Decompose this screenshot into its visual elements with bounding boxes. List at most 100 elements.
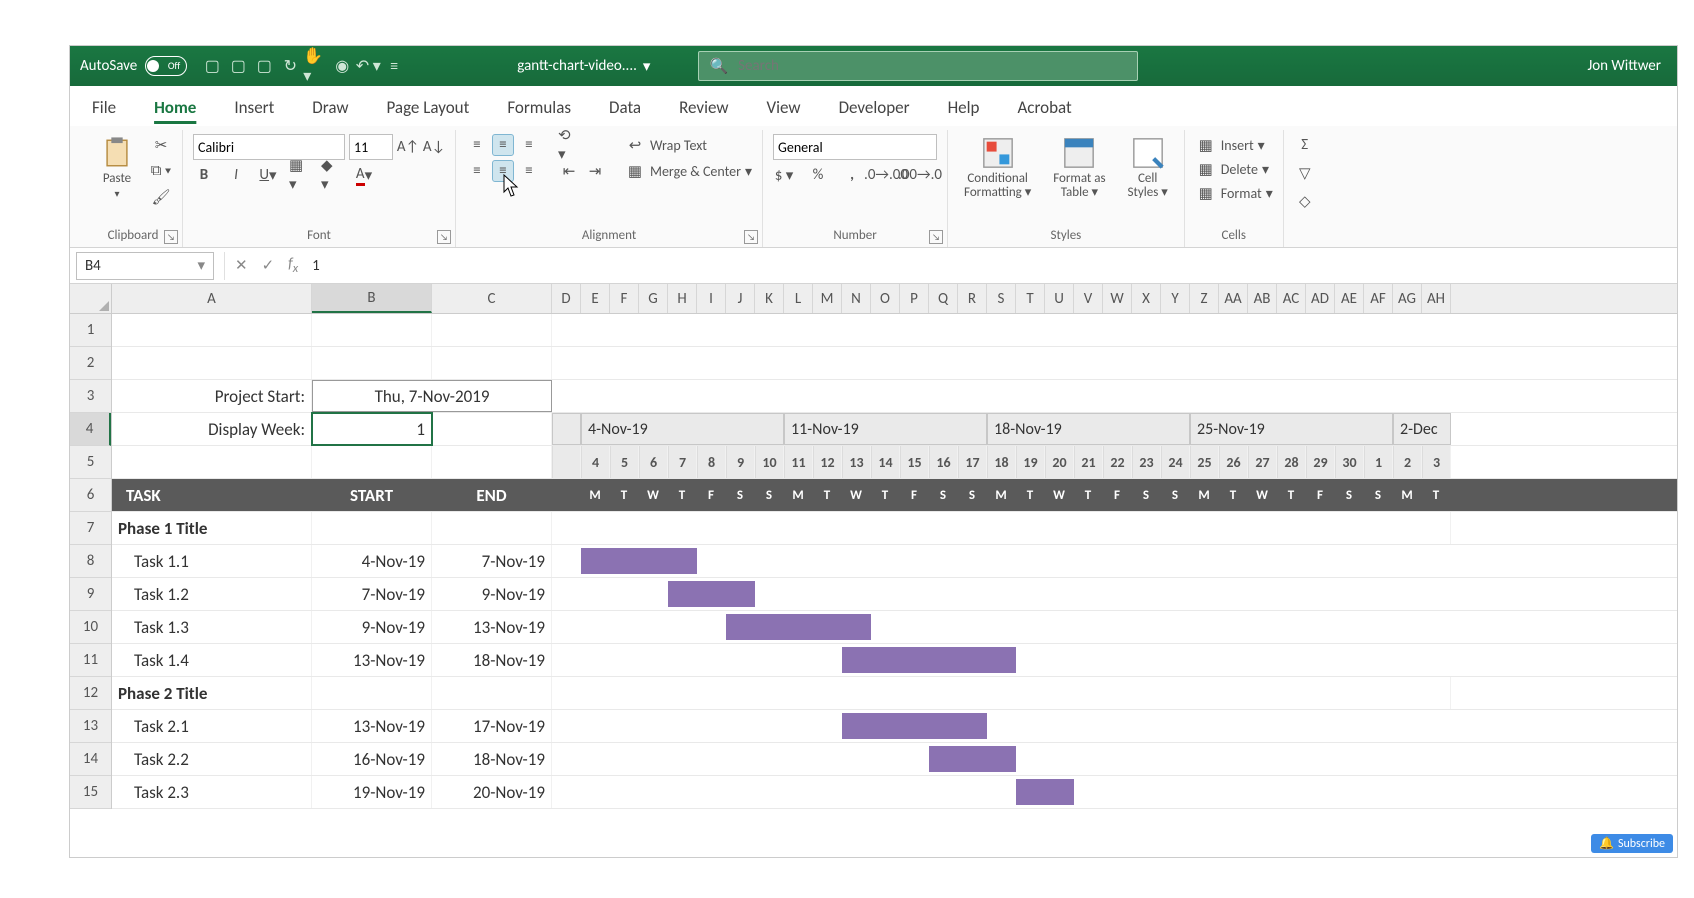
- cell[interactable]: T: [813, 479, 842, 511]
- column-header[interactable]: Z: [1190, 284, 1219, 313]
- cell[interactable]: [432, 314, 552, 346]
- column-header[interactable]: F: [610, 284, 639, 313]
- cell[interactable]: S: [1132, 479, 1161, 511]
- cell[interactable]: 19: [1016, 446, 1045, 478]
- increase-indent-icon[interactable]: ⇥: [584, 160, 606, 182]
- cell[interactable]: 7-Nov-19: [432, 545, 552, 577]
- column-header[interactable]: AD: [1306, 284, 1335, 313]
- cell[interactable]: Thu, 7-Nov-2019: [312, 380, 552, 412]
- tab-formulas[interactable]: Formulas: [507, 91, 571, 126]
- align-top-icon[interactable]: ≡: [466, 134, 488, 156]
- cell[interactable]: [432, 677, 552, 709]
- cell[interactable]: TASK: [112, 479, 312, 511]
- gantt-bar[interactable]: [726, 614, 871, 640]
- tab-page-layout[interactable]: Page Layout: [387, 91, 470, 126]
- gantt-bar[interactable]: [842, 647, 1016, 673]
- column-header[interactable]: H: [668, 284, 697, 313]
- cell[interactable]: 20-Nov-19: [432, 776, 552, 808]
- cell[interactable]: 5: [610, 446, 639, 478]
- number-format-combo[interactable]: [773, 134, 937, 160]
- column-header[interactable]: AA: [1219, 284, 1248, 313]
- cell[interactable]: 17: [958, 446, 987, 478]
- cell[interactable]: [312, 677, 432, 709]
- cell[interactable]: [552, 446, 581, 478]
- row-header[interactable]: 8: [70, 545, 111, 578]
- cell-styles-button[interactable]: CellStyles ▾: [1122, 134, 1174, 203]
- qat-touch-icon[interactable]: ✋ ▾: [303, 53, 329, 79]
- document-title[interactable]: gantt-chart-video....▾: [517, 57, 650, 76]
- formula-value[interactable]: 1: [312, 257, 320, 275]
- accounting-icon[interactable]: $ ▾: [773, 164, 795, 186]
- cell[interactable]: S: [726, 479, 755, 511]
- cell[interactable]: 9: [726, 446, 755, 478]
- row-header[interactable]: 14: [70, 743, 111, 776]
- user-name[interactable]: Jon Wittwer: [1587, 57, 1661, 75]
- cell[interactable]: S: [958, 479, 987, 511]
- qat-icon[interactable]: ▢: [251, 53, 277, 79]
- copy-icon[interactable]: ⧉ ▾: [150, 160, 172, 182]
- cell[interactable]: Task 1.3: [112, 611, 312, 643]
- cell[interactable]: [112, 446, 312, 478]
- cell[interactable]: 13-Nov-19: [312, 710, 432, 742]
- cell[interactable]: 2: [1393, 446, 1422, 478]
- cell[interactable]: 9-Nov-19: [432, 578, 552, 610]
- wrap-text-button[interactable]: ↩Wrap Text: [624, 134, 752, 156]
- row-header[interactable]: 2: [70, 347, 111, 380]
- cell[interactable]: W: [1248, 479, 1277, 511]
- bold-button[interactable]: B: [193, 164, 215, 186]
- cell[interactable]: 18: [987, 446, 1016, 478]
- cell[interactable]: M: [987, 479, 1016, 511]
- qat-icon[interactable]: ▢: [225, 53, 251, 79]
- cell[interactable]: 29: [1306, 446, 1335, 478]
- cell[interactable]: S: [755, 479, 784, 511]
- column-header[interactable]: B: [312, 284, 432, 313]
- column-header[interactable]: AG: [1393, 284, 1422, 313]
- cell[interactable]: 16-Nov-19: [312, 743, 432, 775]
- format-cells-button[interactable]: ▦Format ▾: [1195, 182, 1273, 204]
- qat-customize-icon[interactable]: ≡: [381, 53, 407, 79]
- cell[interactable]: [312, 347, 432, 379]
- decrease-font-icon[interactable]: A↓: [423, 136, 445, 158]
- column-header[interactable]: AB: [1248, 284, 1277, 313]
- cell[interactable]: 9-Nov-19: [312, 611, 432, 643]
- cell[interactable]: W: [1045, 479, 1074, 511]
- paste-button[interactable]: Paste▾: [94, 134, 140, 201]
- column-header[interactable]: L: [784, 284, 813, 313]
- row-header[interactable]: 7: [70, 512, 111, 545]
- subscribe-button[interactable]: 🔔Subscribe: [1591, 834, 1673, 853]
- cancel-icon[interactable]: ✕: [235, 256, 248, 275]
- name-box[interactable]: B4▾: [76, 252, 214, 280]
- fx-icon[interactable]: fx: [288, 255, 298, 276]
- row-header[interactable]: 13: [70, 710, 111, 743]
- cell[interactable]: 15: [900, 446, 929, 478]
- percent-icon[interactable]: %: [807, 164, 829, 186]
- cell[interactable]: 11-Nov-19: [784, 413, 987, 445]
- cell[interactable]: 23: [1132, 446, 1161, 478]
- decrease-decimal-icon[interactable]: .00→.0: [909, 164, 931, 186]
- cell[interactable]: [552, 479, 581, 511]
- tab-draw[interactable]: Draw: [312, 91, 348, 126]
- cell[interactable]: 18-Nov-19: [432, 644, 552, 676]
- align-middle-icon[interactable]: ≡: [492, 134, 514, 156]
- font-size-combo[interactable]: [349, 134, 393, 160]
- cell[interactable]: Task 2.3: [112, 776, 312, 808]
- cell[interactable]: F: [1306, 479, 1335, 511]
- cell[interactable]: 11: [784, 446, 813, 478]
- column-header[interactable]: M: [813, 284, 842, 313]
- column-header[interactable]: O: [871, 284, 900, 313]
- cell[interactable]: 6: [639, 446, 668, 478]
- tab-developer[interactable]: Developer: [839, 91, 910, 126]
- dialog-launcher-icon[interactable]: ↘: [437, 230, 451, 244]
- row-header[interactable]: 10: [70, 611, 111, 644]
- cell[interactable]: 3: [1422, 446, 1451, 478]
- qat-redo-icon[interactable]: ↻: [277, 53, 303, 79]
- search-input[interactable]: [738, 57, 1127, 75]
- cell[interactable]: Task 1.1: [112, 545, 312, 577]
- cell[interactable]: 22: [1103, 446, 1132, 478]
- format-as-table-button[interactable]: Format asTable ▾: [1047, 134, 1111, 203]
- search-box[interactable]: 🔍: [698, 51, 1138, 81]
- cell[interactable]: 1: [312, 413, 432, 445]
- cell[interactable]: F: [1103, 479, 1132, 511]
- underline-button[interactable]: U ▾: [257, 164, 279, 186]
- cell[interactable]: 7-Nov-19: [312, 578, 432, 610]
